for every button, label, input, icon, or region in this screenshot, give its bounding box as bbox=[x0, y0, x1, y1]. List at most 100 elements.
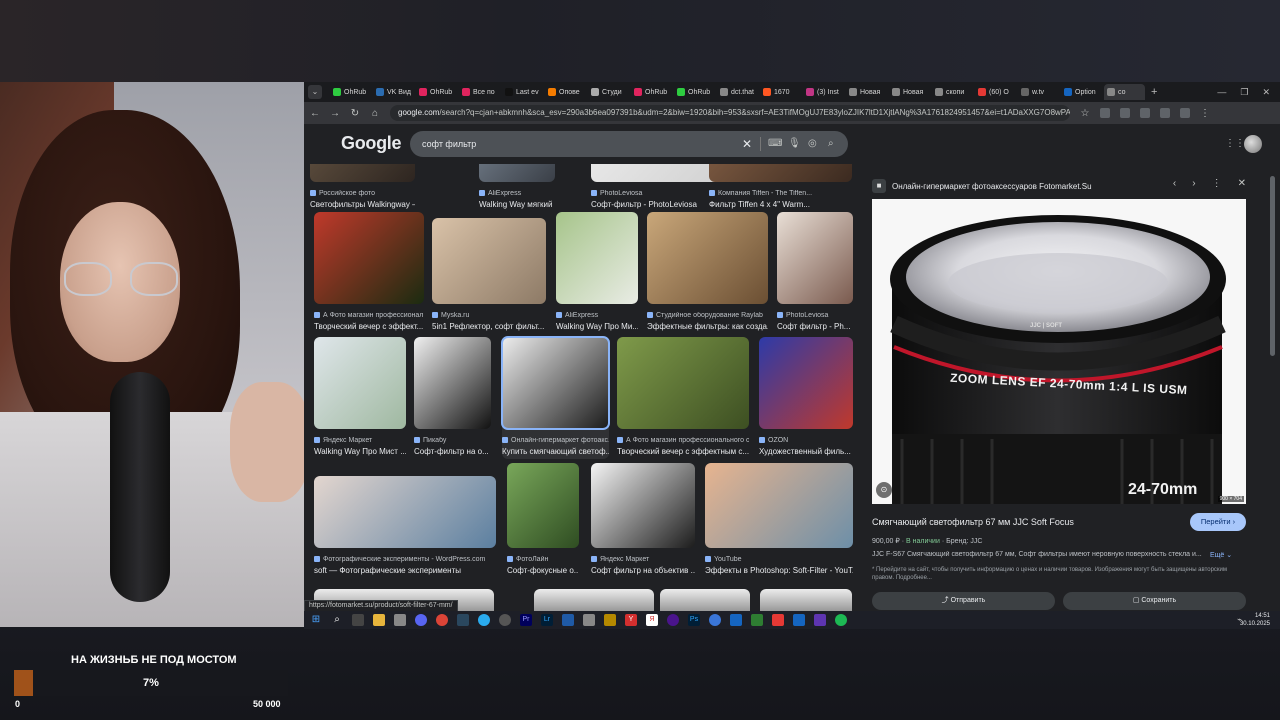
page-scrollbar[interactable] bbox=[1270, 176, 1275, 356]
result-thumbnail[interactable] bbox=[507, 463, 579, 548]
result-caption[interactable]: Фильтр Tiffen 4 x 4" Warm... bbox=[709, 200, 852, 209]
taskbar-search-icon[interactable]: ⌕ bbox=[331, 614, 343, 626]
result-thumbnail[interactable] bbox=[591, 463, 695, 548]
url-field[interactable]: google.com/search?q=cjan+abkmnh&sca_esv=… bbox=[390, 105, 1070, 121]
result-source[interactable]: Российское фото bbox=[310, 190, 415, 197]
image-result[interactable]: Фотографические эксперименты - WordPress… bbox=[314, 476, 496, 578]
new-tab-icon[interactable]: + bbox=[1151, 86, 1157, 98]
result-source[interactable]: YouTube bbox=[705, 556, 853, 563]
close-icon[interactable]: ✕ bbox=[1238, 178, 1246, 189]
extension-icon[interactable] bbox=[1120, 108, 1130, 118]
image-result[interactable]: OZON Художественный филь... bbox=[759, 337, 853, 459]
result-caption[interactable]: Творческий вечер с эффектным с... bbox=[617, 447, 749, 456]
result-source[interactable]: AliExpress bbox=[479, 190, 555, 197]
result-source[interactable]: Яндекс Маркет bbox=[591, 556, 695, 563]
result-thumbnail[interactable] bbox=[556, 212, 638, 304]
result-thumbnail[interactable] bbox=[709, 164, 852, 182]
result-thumbnail[interactable] bbox=[310, 164, 415, 182]
lens-icon[interactable]: ◎ bbox=[808, 131, 817, 157]
puzzle-icon[interactable] bbox=[1160, 108, 1170, 118]
share-button[interactable]: ⤴ Отправить bbox=[872, 592, 1055, 610]
search-input[interactable]: софт фильтр ✕ ⌨ 🎙 ◎ ⌕ bbox=[410, 131, 848, 157]
result-source[interactable]: Онлайн-гипермаркет фотоакс... bbox=[502, 437, 609, 444]
extension-icon[interactable] bbox=[1100, 108, 1110, 118]
avatar[interactable] bbox=[1244, 135, 1262, 153]
result-caption[interactable]: Софт-фокусные о... bbox=[507, 566, 579, 575]
panel-site-name[interactable]: Онлайн-гипермаркет фотоаксессуаров Fotom… bbox=[892, 182, 1092, 191]
maximize-icon[interactable]: ❐ bbox=[1240, 87, 1248, 98]
browser-tab[interactable]: Студи bbox=[588, 84, 629, 100]
app-icon[interactable] bbox=[814, 614, 826, 626]
result-caption[interactable]: Купить смягчающий светоф... bbox=[502, 447, 609, 456]
taskbar-clock[interactable]: 14:51 30.10.2025 bbox=[1240, 612, 1270, 628]
prev-icon[interactable]: ‹ bbox=[1173, 178, 1176, 189]
apps-icon[interactable]: ⋮⋮ bbox=[1225, 138, 1245, 149]
stats-icon[interactable] bbox=[730, 614, 742, 626]
result-caption[interactable]: Светофильтры Walkingway – альтернатива .… bbox=[310, 200, 415, 209]
result-thumbnail[interactable] bbox=[314, 337, 406, 429]
result-thumbnail[interactable] bbox=[501, 336, 610, 430]
result-thumbnail[interactable] bbox=[647, 212, 768, 304]
close-window-icon[interactable]: ✕ bbox=[1262, 87, 1270, 98]
chrome-icon[interactable] bbox=[436, 614, 448, 626]
result-source[interactable]: Студийное оборудование Raylab bbox=[647, 312, 768, 319]
image-result[interactable]: Студийное оборудование Raylab Эффектные ф… bbox=[647, 212, 768, 334]
tab-search-icon[interactable]: ⌄ bbox=[308, 85, 322, 99]
search-icon[interactable]: ⌕ bbox=[828, 131, 834, 157]
result-source[interactable]: Фотографические эксперименты - WordPress… bbox=[314, 556, 496, 563]
file-explorer-icon[interactable] bbox=[373, 614, 385, 626]
browser-tab[interactable]: (60) О bbox=[975, 84, 1016, 100]
result-caption[interactable]: Эффекты в Photoshop: Soft-Filter - YouT.… bbox=[705, 566, 853, 575]
reload-icon[interactable]: ↻ bbox=[350, 108, 360, 119]
result-source[interactable]: А Фото магазин профессионального о... bbox=[617, 437, 749, 444]
result-thumbnail[interactable] bbox=[705, 463, 853, 548]
mic-icon[interactable]: 🎙 bbox=[788, 131, 801, 157]
visit-button[interactable]: Перейти › bbox=[1190, 513, 1246, 531]
browser-tab[interactable]: со bbox=[1104, 84, 1145, 100]
photoshop-icon[interactable]: Ps bbox=[688, 614, 700, 626]
result-source[interactable]: Пикабу bbox=[414, 437, 491, 444]
result-source[interactable]: Компания Tiffen - The Tiffen... bbox=[709, 190, 852, 197]
result-source[interactable]: AliExpress bbox=[556, 312, 638, 319]
result-thumbnail[interactable] bbox=[777, 212, 853, 304]
result-thumbnail[interactable] bbox=[314, 476, 496, 548]
bookmark-star-icon[interactable]: ☆ bbox=[1080, 108, 1090, 119]
browser-tab[interactable]: Все по bbox=[459, 84, 500, 100]
image-result[interactable]: Компания Tiffen - The Tiffen... Фильтр Ti… bbox=[709, 164, 852, 212]
browser-tab[interactable]: скопи bbox=[932, 84, 973, 100]
app-icon[interactable] bbox=[604, 614, 616, 626]
browser-tab[interactable]: Опове bbox=[545, 84, 586, 100]
result-caption[interactable]: Walking Way Про Ми... bbox=[556, 322, 638, 331]
minimize-icon[interactable]: — bbox=[1217, 87, 1226, 98]
browser-tab[interactable]: OhRub bbox=[330, 84, 371, 100]
save-button[interactable]: ▢ Сохранить bbox=[1063, 592, 1246, 610]
lightroom-icon[interactable]: Lr bbox=[541, 614, 553, 626]
obs-icon[interactable] bbox=[499, 614, 511, 626]
result-caption[interactable]: soft — Фотографические эксперименты bbox=[314, 566, 496, 575]
spotify-icon[interactable] bbox=[835, 614, 847, 626]
yandex-browser-icon[interactable]: Я bbox=[646, 614, 658, 626]
more-icon[interactable]: ⋮ bbox=[1212, 178, 1222, 189]
visual-search-icon[interactable]: ⊙ bbox=[876, 482, 892, 498]
image-result[interactable]: AliExpress Walking Way Про Ми... bbox=[556, 212, 638, 334]
result-caption[interactable]: Эффектные фильтры: как созда... bbox=[647, 322, 768, 331]
result-thumbnail[interactable] bbox=[617, 337, 749, 429]
result-caption[interactable]: Walking Way мягкий черн... bbox=[479, 200, 555, 209]
browser-tab[interactable]: Option bbox=[1061, 84, 1102, 100]
app-icon[interactable] bbox=[667, 614, 679, 626]
result-source[interactable]: А Фото магазин профессионал... bbox=[314, 312, 424, 319]
app-icon[interactable] bbox=[793, 614, 805, 626]
browser-tab[interactable]: w.tv bbox=[1018, 84, 1059, 100]
image-result[interactable]: Myska.ru 5in1 Рефлектор, софт фильт... bbox=[432, 218, 546, 334]
steam-icon[interactable] bbox=[457, 614, 469, 626]
app-icon[interactable] bbox=[583, 614, 595, 626]
result-thumbnail[interactable] bbox=[314, 212, 424, 304]
keyboard-icon[interactable]: ⌨ bbox=[768, 131, 782, 157]
extension-icon[interactable] bbox=[1140, 108, 1150, 118]
image-result[interactable]: AliExpress Walking Way мягкий черн... bbox=[479, 164, 555, 212]
result-caption[interactable]: Софт фильтр на объектив ... bbox=[591, 566, 695, 575]
browser-menu-icon[interactable]: ⋮ bbox=[1200, 108, 1210, 119]
app-icon[interactable] bbox=[751, 614, 763, 626]
app-icon[interactable] bbox=[772, 614, 784, 626]
browser-tab[interactable]: Новая bbox=[846, 84, 887, 100]
